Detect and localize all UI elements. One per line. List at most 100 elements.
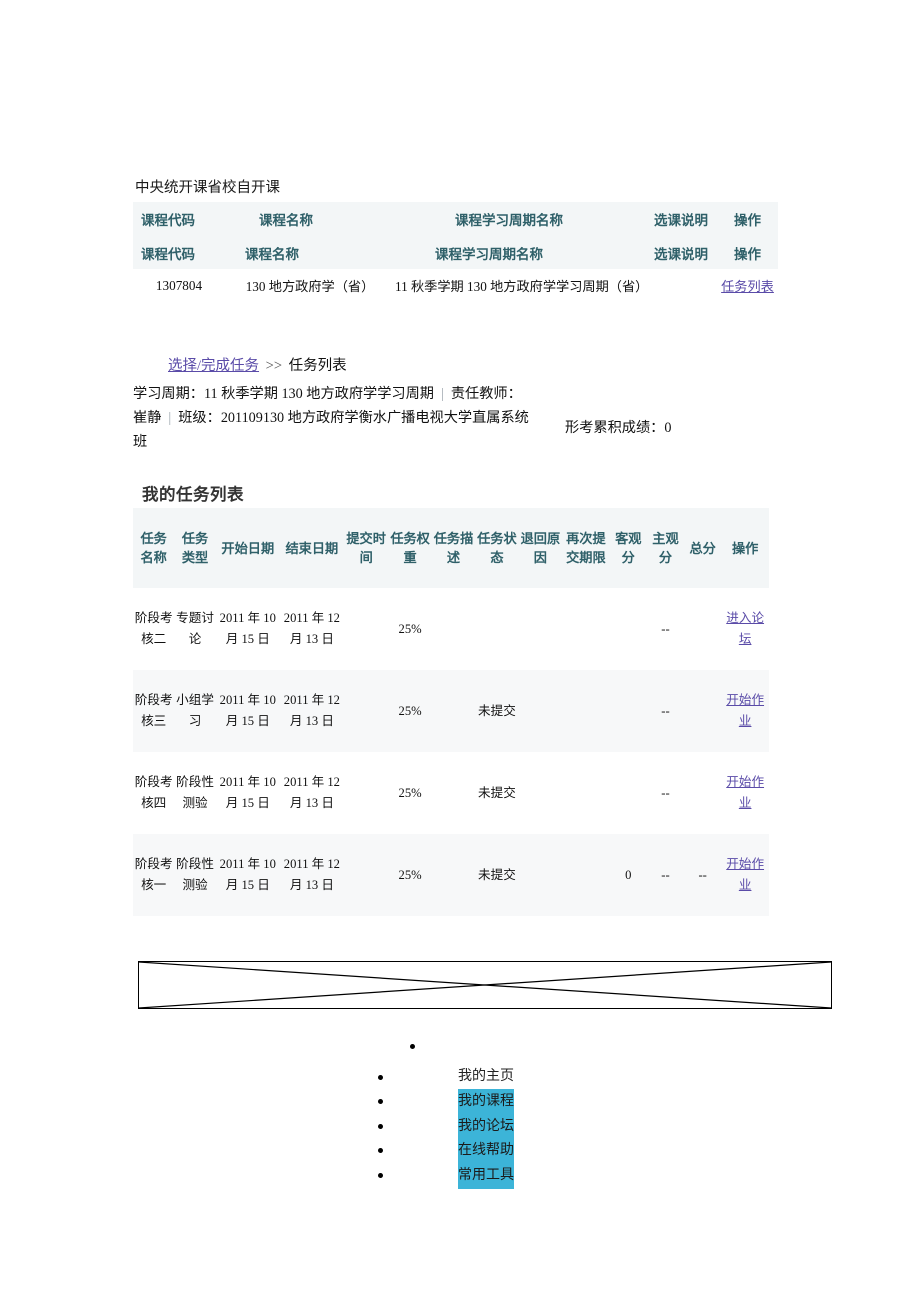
info-divider-2: |: [168, 410, 172, 426]
col-subheader-course-code: 课程代码: [141, 246, 195, 262]
cell-objective-score: [610, 670, 647, 752]
cell-task-name: 阶段考核一: [134, 857, 173, 892]
col-header-task-name: 任务名称: [140, 531, 167, 565]
cell-cycle-name: 11 秋季学期 130 地方政府学学习周期（省）: [395, 269, 648, 302]
bullet-icon: [378, 1099, 383, 1104]
cell-task-weight: 25%: [398, 867, 422, 882]
cell-task-description: [432, 834, 475, 916]
cell-subjective-score: --: [661, 703, 670, 718]
cell-task-weight: 25%: [398, 785, 422, 800]
cell-start-date: 2011 年 10 月 15 日: [219, 693, 276, 728]
cell-return-reason: [519, 670, 562, 752]
list-item[interactable]: 我的主页: [358, 1065, 658, 1090]
cell-task-weight: 25%: [398, 621, 422, 636]
bullet-icon: [378, 1172, 383, 1178]
cell-task-status: 未提交: [478, 703, 516, 718]
list-item[interactable]: 我的论坛: [358, 1113, 658, 1140]
cell-return-reason: [519, 588, 562, 670]
cell-task-weight: 25%: [398, 703, 422, 718]
page-title: 我的任务列表: [142, 485, 244, 504]
cell-task-status: 未提交: [478, 785, 516, 800]
col-header-course-code: 课程代码: [141, 213, 195, 228]
menu-item-label: 常用工具: [458, 1162, 514, 1189]
cell-course-name: 130 地方政府学（省）: [225, 269, 395, 302]
col-header-resubmit-deadline: 再次提交期限: [566, 531, 606, 565]
cell-subjective-score: --: [661, 621, 670, 636]
cell-start-date: 2011 年 10 月 15 日: [219, 857, 276, 892]
cell-task-name: 阶段考核二: [134, 611, 173, 646]
cumulative-score: 形考累积成绩：0: [565, 420, 672, 436]
course-table: 课程代码 课程名称 课程学习周期名称 选课说明 操作 课程代码 课程名称 课程学…: [133, 202, 778, 302]
list-item[interactable]: 常用工具: [358, 1162, 658, 1189]
cell-total-score: [684, 588, 721, 670]
col-header-objective-score: 客观分: [615, 531, 642, 565]
breadcrumb: 选择/完成任务 >> 任务列表: [168, 356, 347, 376]
table-row: 1307804 130 地方政府学（省） 11 秋季学期 130 地方政府学学习…: [133, 269, 778, 302]
cell-total-score: [684, 752, 721, 834]
cell-task-type: 小组学习: [176, 693, 214, 728]
cell-task-operation: 开始作业: [721, 670, 769, 752]
cell-task-description: [432, 588, 475, 670]
task-action-link[interactable]: 开始作业: [722, 854, 768, 896]
cycle-info-period: 学习周期：11 秋季学期 130 地方政府学学习周期: [133, 386, 434, 402]
col-header-start-date: 开始日期: [221, 540, 275, 556]
cell-task-description: [432, 752, 475, 834]
col-header-task-description: 任务描述: [433, 531, 474, 565]
cell-total-score: --: [698, 867, 707, 882]
cell-resubmit-deadline: [562, 834, 610, 916]
table-row: 阶段考核二 专题讨论 2011 年 10 月 15 日 2011 年 12 月 …: [133, 588, 769, 670]
task-table-header: 任务名称 任务类型 开始日期 结束日期 提交时间 任务权重 任务描述 任务状态 …: [133, 508, 769, 588]
cell-task-status: [475, 588, 518, 670]
course-table-header-secondary: 课程代码 课程名称 课程学习周期名称 选课说明 操作: [133, 236, 778, 269]
cell-resubmit-deadline: [562, 670, 610, 752]
breadcrumb-separator: >>: [265, 358, 283, 374]
cell-return-reason: [519, 834, 562, 916]
cell-start-date: 2011 年 10 月 15 日: [219, 775, 276, 810]
cell-objective-score: [610, 752, 647, 834]
menu-item-label: 我的课程: [458, 1089, 514, 1116]
cycle-info-class-label: 班级：: [178, 410, 221, 426]
col-header-course-name: 课程名称: [259, 213, 313, 228]
cell-resubmit-deadline: [562, 752, 610, 834]
cell-objective-score: 0: [625, 867, 632, 882]
bullet-icon: [410, 1044, 415, 1049]
task-action-link[interactable]: 开始作业: [722, 772, 768, 814]
task-list-link[interactable]: 任务列表: [721, 279, 774, 294]
col-header-cycle-name: 课程学习周期名称: [455, 213, 563, 228]
cell-task-operation: 开始作业: [721, 752, 769, 834]
course-caption: 中央统开课省校自开课: [135, 180, 280, 196]
col-header-task-status: 任务状态: [477, 531, 517, 565]
cell-objective-score: [610, 588, 647, 670]
cell-task-type: 阶段性测验: [176, 775, 214, 810]
cell-course-code: 1307804: [133, 269, 225, 302]
col-header-end-date: 结束日期: [285, 540, 339, 556]
breadcrumb-link-select-task[interactable]: 选择/完成任务: [168, 358, 259, 374]
col-header-total-score: 总分: [689, 540, 716, 556]
cell-submit-time: [344, 588, 388, 670]
task-table-wrapper: 任务名称 任务类型 开始日期 结束日期 提交时间 任务权重 任务描述 任务状态 …: [133, 508, 769, 916]
table-row: 阶段考核三 小组学习 2011 年 10 月 15 日 2011 年 12 月 …: [133, 670, 769, 752]
table-row: 阶段考核一 阶段性测验 2011 年 10 月 15 日 2011 年 12 月…: [133, 834, 769, 916]
list-item[interactable]: 我的课程: [358, 1089, 658, 1116]
page-root: 中央统开课省校自开课 课程代码 课程名称 课程学习周期名称 选课说明 操作 课程…: [0, 0, 920, 1302]
bullet-icon: [378, 1123, 383, 1129]
menu-item-label: 我的论坛: [458, 1113, 514, 1140]
col-header-return-reason: 退回原因: [520, 531, 561, 565]
cell-end-date: 2011 年 12 月 13 日: [283, 775, 340, 810]
list-item[interactable]: [358, 1040, 658, 1065]
bottom-menu: 我的主页 我的课程 我的论坛 在线帮助 常用工具: [358, 1040, 658, 1189]
course-section: 中央统开课省校自开课 课程代码 课程名称 课程学习周期名称 选课说明 操作 课程…: [133, 178, 781, 302]
cell-return-reason: [519, 752, 562, 834]
cell-submit-time: [344, 752, 388, 834]
task-action-link[interactable]: 开始作业: [722, 690, 768, 732]
cycle-info: 学习周期：11 秋季学期 130 地方政府学学习周期 | 责任教师：崔静 | 班级：20…: [133, 382, 533, 454]
list-item[interactable]: 在线帮助: [358, 1138, 658, 1165]
cell-end-date: 2011 年 12 月 13 日: [283, 693, 340, 728]
cell-select-note: [645, 269, 717, 302]
task-action-link[interactable]: 进入论坛: [722, 608, 768, 650]
col-header-task-type: 任务类型: [181, 531, 209, 565]
breadcrumb-current: 任务列表: [288, 358, 347, 374]
broken-image-placeholder: [138, 961, 832, 1009]
cell-task-name: 阶段考核三: [134, 693, 173, 728]
cell-end-date: 2011 年 12 月 13 日: [283, 857, 340, 892]
